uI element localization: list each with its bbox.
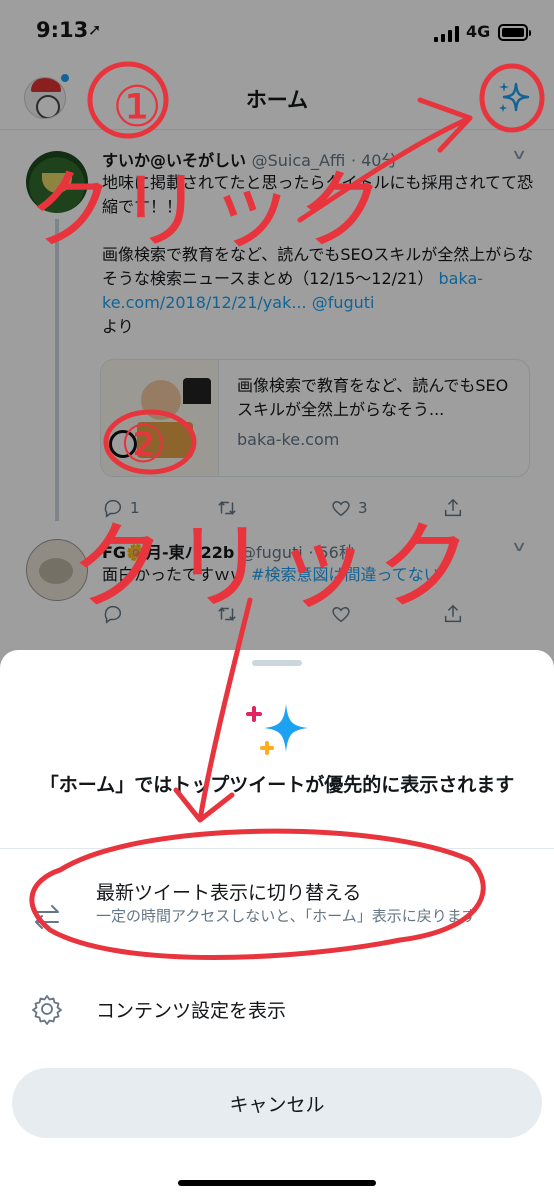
option-label: コンテンツ設定を表示: [96, 1000, 287, 1022]
cancel-button[interactable]: キャンセル: [12, 1068, 542, 1138]
gear-icon: [32, 995, 62, 1025]
option-label: 最新ツイート表示に切り替える: [96, 882, 362, 904]
swap-arrows-icon: [35, 905, 59, 929]
home-indicator: [178, 1180, 376, 1186]
bottom-sheet: 「ホーム」ではトップツイートが優先的に表示されます 最新ツイート表示に切り替える…: [0, 650, 554, 1200]
content-settings-option[interactable]: コンテンツ設定を表示: [0, 980, 554, 1036]
option-sublabel: 一定の時間アクセスしないと、「ホーム」表示に戻ります: [96, 907, 477, 925]
switch-to-latest-option[interactable]: 最新ツイート表示に切り替える 一定の時間アクセスしないと、「ホーム」表示に戻りま…: [0, 860, 554, 960]
sheet-heading: 「ホーム」ではトップツイートが優先的に表示されます: [39, 774, 515, 796]
divider: [0, 848, 554, 849]
sheet-grabber[interactable]: [252, 660, 302, 666]
sparkle-icon: [246, 704, 308, 755]
